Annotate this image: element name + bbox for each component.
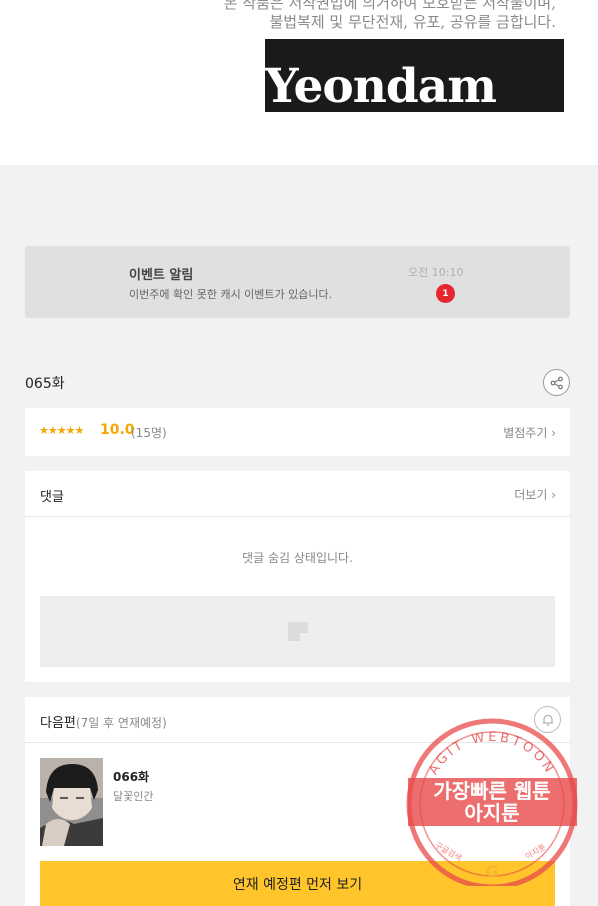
event-notification[interactable]: 이벤트 알림 이번주에 확인 못한 캐시 이벤트가 있습니다. 오전 10:10… [25,246,570,318]
bell-icon [542,714,553,726]
view-upcoming-episode-button[interactable]: 연재 예정편 먼저 보기 [40,861,555,906]
episode-title: 065화 [25,376,65,392]
ad-placeholder [40,596,555,667]
notification-title: 이벤트 알림 [129,268,194,283]
next-episode-schedule: (7일 후 연재예정) [75,716,167,730]
rating-stars: ★★★★★ [39,424,84,437]
comments-header: 댓글 더보기 › [25,471,570,517]
rating-count: (15명) [131,426,167,440]
next-episode-title: 다음편(7일 후 연재예정) [40,712,167,731]
notification-message: 이번주에 확인 못한 캐시 이벤트가 있습니다. [129,288,333,301]
notification-time: 오전 10:10 [408,266,464,279]
next-episode-card: 다음편(7일 후 연재예정) 066화 달꽃인간 연재 예정편 먼저 보기 [25,697,570,906]
copyright-text-line2: 불법복제 및 무단전재, 유포, 공유를 금합니다. [269,13,556,31]
comments-more-link[interactable]: 더보기 › [514,486,556,503]
notify-bell-button[interactable] [534,706,561,733]
share-button[interactable] [543,369,570,396]
next-episode-header: 다음편(7일 후 연재예정) [25,697,570,743]
next-episode-thumbnail[interactable] [40,758,103,846]
publisher-logo-text: Yeondam [265,59,497,112]
rating-score: 10.0 [100,422,135,438]
publisher-logo: Yeondam [265,39,564,112]
next-episode-series-name: 달꽃인간 [113,790,154,803]
rating-card: ★★★★★ 10.0 (15명) 별점주기 › [25,408,570,456]
share-icon [550,376,563,389]
notification-badge: 1 [436,284,455,303]
comments-hidden-message: 댓글 숨김 상태입니다. [242,551,353,565]
rate-link[interactable]: 별점주기 › [503,424,556,441]
comments-title: 댓글 [40,490,64,505]
comments-card: 댓글 더보기 › 댓글 숨김 상태입니다. [25,471,570,682]
next-episode-number[interactable]: 066화 [113,768,149,785]
next-episode-heading: 다음편 [40,716,76,731]
copyright-banner: 본 작품은 저작권법에 의거하여 보호받는 저작물이며, 불법복제 및 무단전재… [0,0,598,165]
image-placeholder-icon [288,622,308,641]
